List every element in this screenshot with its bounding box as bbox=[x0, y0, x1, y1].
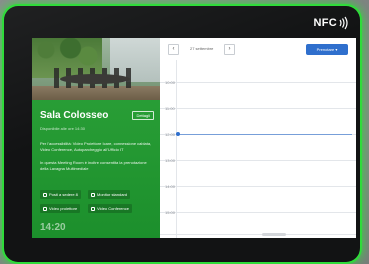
room-description-extra: In questa Meeting Room è inoltre consent… bbox=[40, 160, 147, 171]
calendar-panel: ‹ 27 settembre › Prenotare ▾ 10:00 11:00… bbox=[160, 38, 356, 238]
hour-label: 14:00 bbox=[165, 184, 176, 189]
next-day-button[interactable]: › bbox=[224, 44, 235, 55]
prev-day-button[interactable]: ‹ bbox=[168, 44, 179, 55]
chair-icon bbox=[43, 192, 47, 197]
calendar-toolbar: ‹ 27 settembre › Prenotare ▾ bbox=[160, 38, 356, 60]
clock: 14:20 bbox=[40, 222, 66, 233]
nfc-label: NFC bbox=[313, 17, 337, 29]
feature-monitor: Monitor standard bbox=[88, 190, 131, 199]
room-panel-device: NFC Sala Colosseo Dettagli Disponibile a… bbox=[4, 6, 360, 262]
chevron-right-icon: › bbox=[228, 46, 231, 52]
calendar-date: 27 settembre bbox=[190, 46, 214, 51]
monitor-icon bbox=[91, 192, 95, 197]
current-time-line bbox=[178, 134, 352, 135]
room-header: Sala Colosseo Dettagli bbox=[40, 110, 154, 121]
feature-video-conference: Video Conference bbox=[88, 204, 132, 213]
details-button[interactable]: Dettagli bbox=[132, 111, 154, 120]
room-info-panel: Sala Colosseo Dettagli Disponibile alle … bbox=[32, 38, 160, 238]
nfc-badge: NFC bbox=[313, 16, 348, 30]
nfc-waves-icon bbox=[339, 16, 348, 30]
room-description: Per l'accessibilità: Video Proiettore Ic… bbox=[40, 141, 152, 152]
hour-label: 10:00 bbox=[165, 80, 176, 85]
feature-projector: Video proiettore bbox=[40, 204, 81, 213]
chevron-left-icon: ‹ bbox=[172, 46, 175, 52]
feature-seats: Posti a sedere 8 bbox=[40, 190, 81, 199]
room-photo bbox=[32, 38, 160, 100]
scroll-handle[interactable] bbox=[261, 233, 286, 236]
room-availability: Disponibile alle ore 14:30 bbox=[40, 126, 85, 131]
hour-label: 11:00 bbox=[165, 106, 175, 111]
camera-icon bbox=[91, 206, 95, 211]
hour-label: 13:00 bbox=[165, 158, 176, 163]
current-time-dot bbox=[176, 132, 180, 136]
projector-icon bbox=[43, 206, 47, 211]
hour-label: 12:00 bbox=[165, 132, 176, 137]
book-button[interactable]: Prenotare ▾ bbox=[306, 44, 348, 55]
screen: Sala Colosseo Dettagli Disponibile alle … bbox=[32, 38, 356, 238]
hour-label: 15:00 bbox=[165, 210, 176, 215]
